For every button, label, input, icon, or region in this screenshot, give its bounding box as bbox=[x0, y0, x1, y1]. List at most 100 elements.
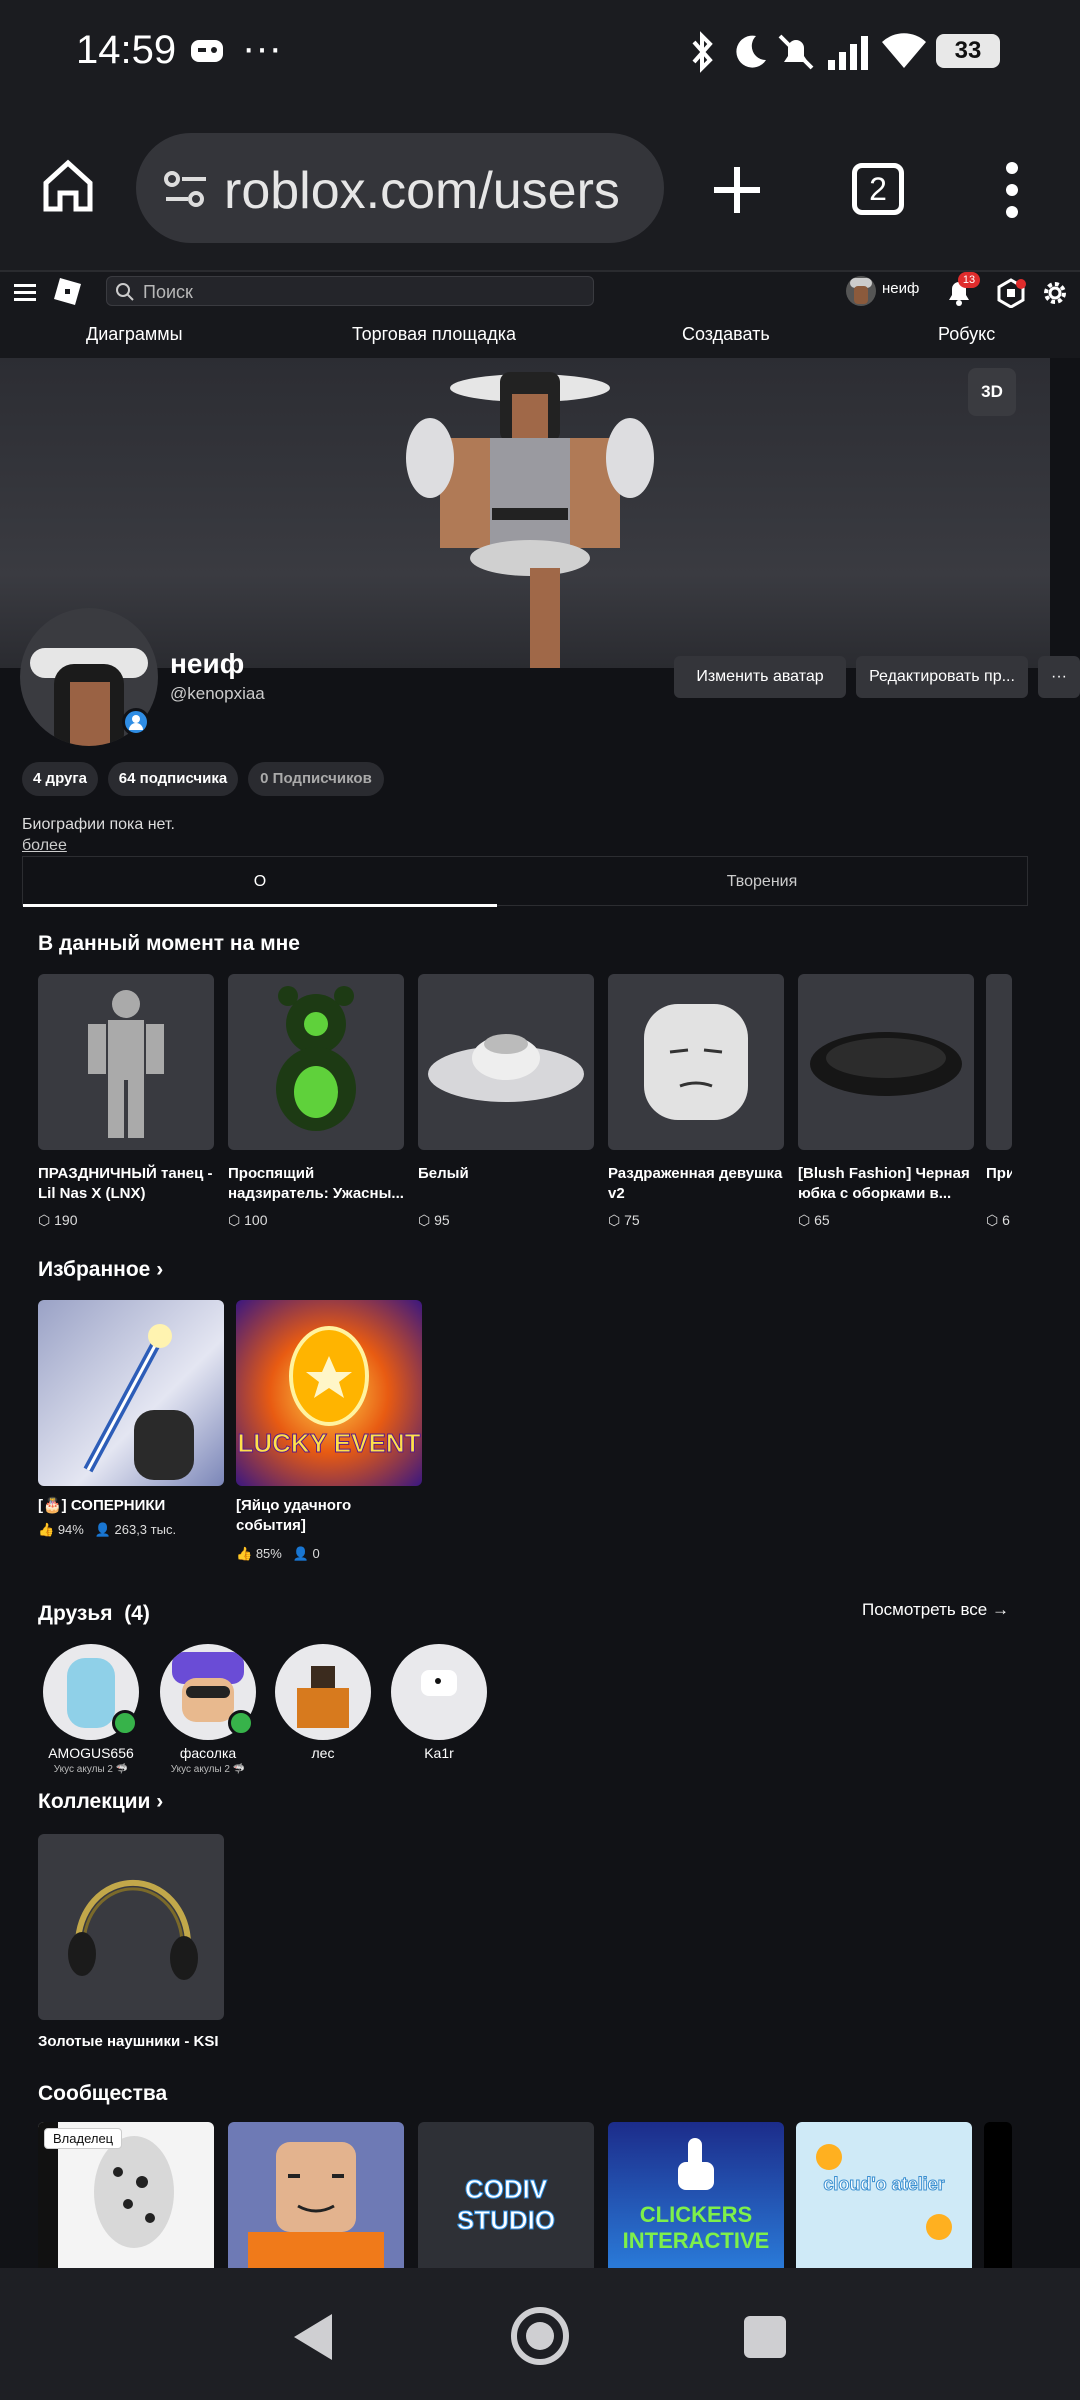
robux-icon: ⬡ bbox=[986, 1212, 1003, 1228]
nav-robux[interactable]: Робукс bbox=[938, 324, 995, 345]
community-thumbnail[interactable] bbox=[984, 2122, 1012, 2268]
collections-section-title[interactable]: Коллекции › bbox=[38, 1790, 163, 1814]
wearing-item-card[interactable] bbox=[228, 974, 404, 1150]
edit-avatar-button[interactable]: Изменить аватар bbox=[674, 656, 846, 698]
wearing-item-name[interactable]: Раздраженная девушка v2 bbox=[608, 1164, 786, 1204]
robux-icon: ⬡ bbox=[228, 1212, 245, 1228]
favorite-game-name[interactable]: [🎂] СОПЕРНИКИ bbox=[38, 1496, 228, 1516]
clock: 14:59 bbox=[76, 28, 177, 72]
see-all-friends-link[interactable]: Посмотреть все → bbox=[862, 1600, 1009, 1620]
player-count-icon: 👤 bbox=[292, 1546, 313, 1561]
community-logo-text: CLICKERS INTERACTIVE bbox=[622, 2202, 770, 2253]
recent-apps-icon[interactable] bbox=[744, 2316, 786, 2358]
edit-profile-button[interactable]: Редактировать пр... bbox=[856, 656, 1028, 698]
friends-count-pill[interactable]: 4 друга bbox=[22, 762, 98, 796]
search-placeholder: Поиск bbox=[143, 282, 193, 302]
friend-name[interactable]: лес bbox=[258, 1745, 388, 1761]
hamburger-menu-icon[interactable] bbox=[14, 282, 38, 302]
home-circle-icon[interactable] bbox=[510, 2306, 570, 2366]
online-status-icon bbox=[122, 708, 150, 736]
wearing-item-name[interactable]: Белый bbox=[418, 1164, 596, 1184]
sword-game-icon bbox=[83, 1324, 194, 1480]
favorite-game-thumbnail[interactable] bbox=[38, 1300, 224, 1486]
community-thumbnail[interactable] bbox=[228, 2122, 404, 2268]
battery-indicator: 33 bbox=[936, 34, 1000, 68]
friend-avatar[interactable] bbox=[275, 1644, 371, 1740]
header-avatar[interactable] bbox=[846, 276, 876, 306]
bio-text: Биографии пока нет. bbox=[22, 816, 175, 833]
white-hat-thumbnail bbox=[428, 1034, 584, 1102]
signal-icon bbox=[828, 36, 868, 70]
friend-name[interactable]: Ka1r bbox=[374, 1745, 504, 1761]
community-thumbnail[interactable]: cloud'o atelier bbox=[796, 2122, 972, 2268]
collection-item-name[interactable]: Золотые наушники - KSI bbox=[38, 2032, 238, 2052]
wearing-item-name[interactable]: При "бот bbox=[986, 1164, 1012, 1184]
nav-charts[interactable]: Диаграммы bbox=[86, 324, 183, 345]
community-thumbnail[interactable]: Владелец bbox=[38, 2122, 214, 2268]
url-text: roblox.com/users bbox=[224, 162, 620, 220]
profile-tabs: О Творения bbox=[22, 856, 1028, 907]
friend-avatar[interactable] bbox=[391, 1644, 487, 1740]
favorite-game-thumbnail[interactable]: LUCKY EVENT bbox=[236, 1300, 422, 1486]
view-3d-button[interactable]: 3D bbox=[968, 368, 1016, 416]
followers-count-pill[interactable]: 64 подписчика bbox=[108, 762, 238, 796]
profile-more-button[interactable]: ··· bbox=[1038, 656, 1080, 698]
tab-switcher-button[interactable]: 2 bbox=[852, 163, 904, 215]
friend-name[interactable]: фасолка bbox=[143, 1745, 273, 1761]
robux-icon[interactable] bbox=[996, 278, 1026, 308]
robux-icon: ⬡ bbox=[608, 1212, 625, 1228]
community-thumbnail[interactable]: CODIV STUDIO bbox=[418, 2122, 594, 2268]
friend-name[interactable]: AMOGUS656 bbox=[26, 1745, 156, 1761]
roblox-logo-icon[interactable] bbox=[52, 276, 82, 306]
do-not-disturb-moon-icon bbox=[736, 35, 766, 68]
item-price: ⬡ 75 bbox=[608, 1212, 640, 1228]
wifi-icon bbox=[882, 33, 926, 68]
item-price: ⬡ 95 bbox=[418, 1212, 450, 1228]
game-stats: 👍 85% 👤 0 bbox=[236, 1546, 320, 1561]
wearing-item-card[interactable] bbox=[798, 974, 974, 1150]
avatar-3d-render bbox=[406, 372, 654, 668]
pointer-hand-icon bbox=[678, 2138, 714, 2190]
wearing-item-card[interactable] bbox=[986, 974, 1012, 1150]
thumbs-up-icon: 👍 bbox=[38, 1522, 58, 1537]
back-icon[interactable] bbox=[290, 2312, 336, 2362]
community-thumbnail[interactable]: CLICKERS INTERACTIVE bbox=[608, 2122, 784, 2268]
header-username[interactable]: неиф bbox=[882, 280, 919, 297]
nav-create[interactable]: Создавать bbox=[682, 324, 770, 345]
browser-menu-icon[interactable] bbox=[996, 160, 1028, 220]
site-settings-icon[interactable] bbox=[162, 167, 210, 211]
collection-item-card[interactable] bbox=[38, 1834, 224, 2020]
following-count-pill[interactable]: 0 Подписчиков bbox=[248, 762, 384, 796]
prisoner-avatar-thumbnail bbox=[248, 2142, 384, 2268]
address-bar[interactable]: roblox.com/users bbox=[136, 133, 664, 243]
wearing-item-name[interactable]: [Blush Fashion] Черная юбка с оборками в… bbox=[798, 1164, 976, 1204]
new-tab-icon[interactable] bbox=[712, 165, 762, 215]
tab-about[interactable]: О bbox=[23, 857, 497, 907]
chevron-right-icon: › bbox=[156, 1790, 164, 1813]
favorites-section-title[interactable]: Избранное › bbox=[38, 1258, 163, 1282]
item-price: ⬡ 190 bbox=[38, 1212, 78, 1228]
nav-marketplace[interactable]: Торговая площадка bbox=[352, 324, 516, 345]
notification-count-badge: 13 bbox=[958, 272, 980, 288]
primary-nav: Диаграммы Торговая площадка Создавать Ро… bbox=[0, 320, 1080, 350]
bio-more-link[interactable]: более bbox=[22, 837, 67, 855]
tab-creations[interactable]: Творения bbox=[497, 857, 1027, 907]
muted-bell-icon bbox=[778, 34, 814, 70]
wearing-item-card[interactable] bbox=[38, 974, 214, 1150]
green-bear-thumbnail bbox=[276, 986, 356, 1131]
wearing-item-name[interactable]: Проспящий надзиратель: Ужасны... bbox=[228, 1164, 406, 1204]
favorite-game-name[interactable]: [Яйцо удачного события] bbox=[236, 1496, 406, 1536]
wearing-item-card[interactable] bbox=[418, 974, 594, 1150]
wearing-item-name[interactable]: ПРАЗДНИЧНЫЙ танец - Lil Nas X (LNX) bbox=[38, 1164, 216, 1204]
settings-gear-icon[interactable] bbox=[1040, 278, 1070, 308]
home-icon[interactable] bbox=[40, 155, 96, 215]
screen: 14:59 ··· 33 roblox.com/users 2 Поиск не… bbox=[0, 0, 1080, 2400]
friends-section-title: Друзья (4) bbox=[38, 1602, 150, 1625]
search-input[interactable]: Поиск bbox=[106, 276, 594, 306]
emote-silhouette-thumbnail bbox=[88, 990, 164, 1138]
arrow-right-icon: → bbox=[991, 1600, 1009, 1619]
wearing-item-card[interactable] bbox=[608, 974, 784, 1150]
friend-in-game-icon bbox=[228, 1710, 254, 1736]
robux-icon: ⬡ bbox=[798, 1212, 815, 1228]
player-count-icon: 👤 bbox=[94, 1522, 115, 1537]
